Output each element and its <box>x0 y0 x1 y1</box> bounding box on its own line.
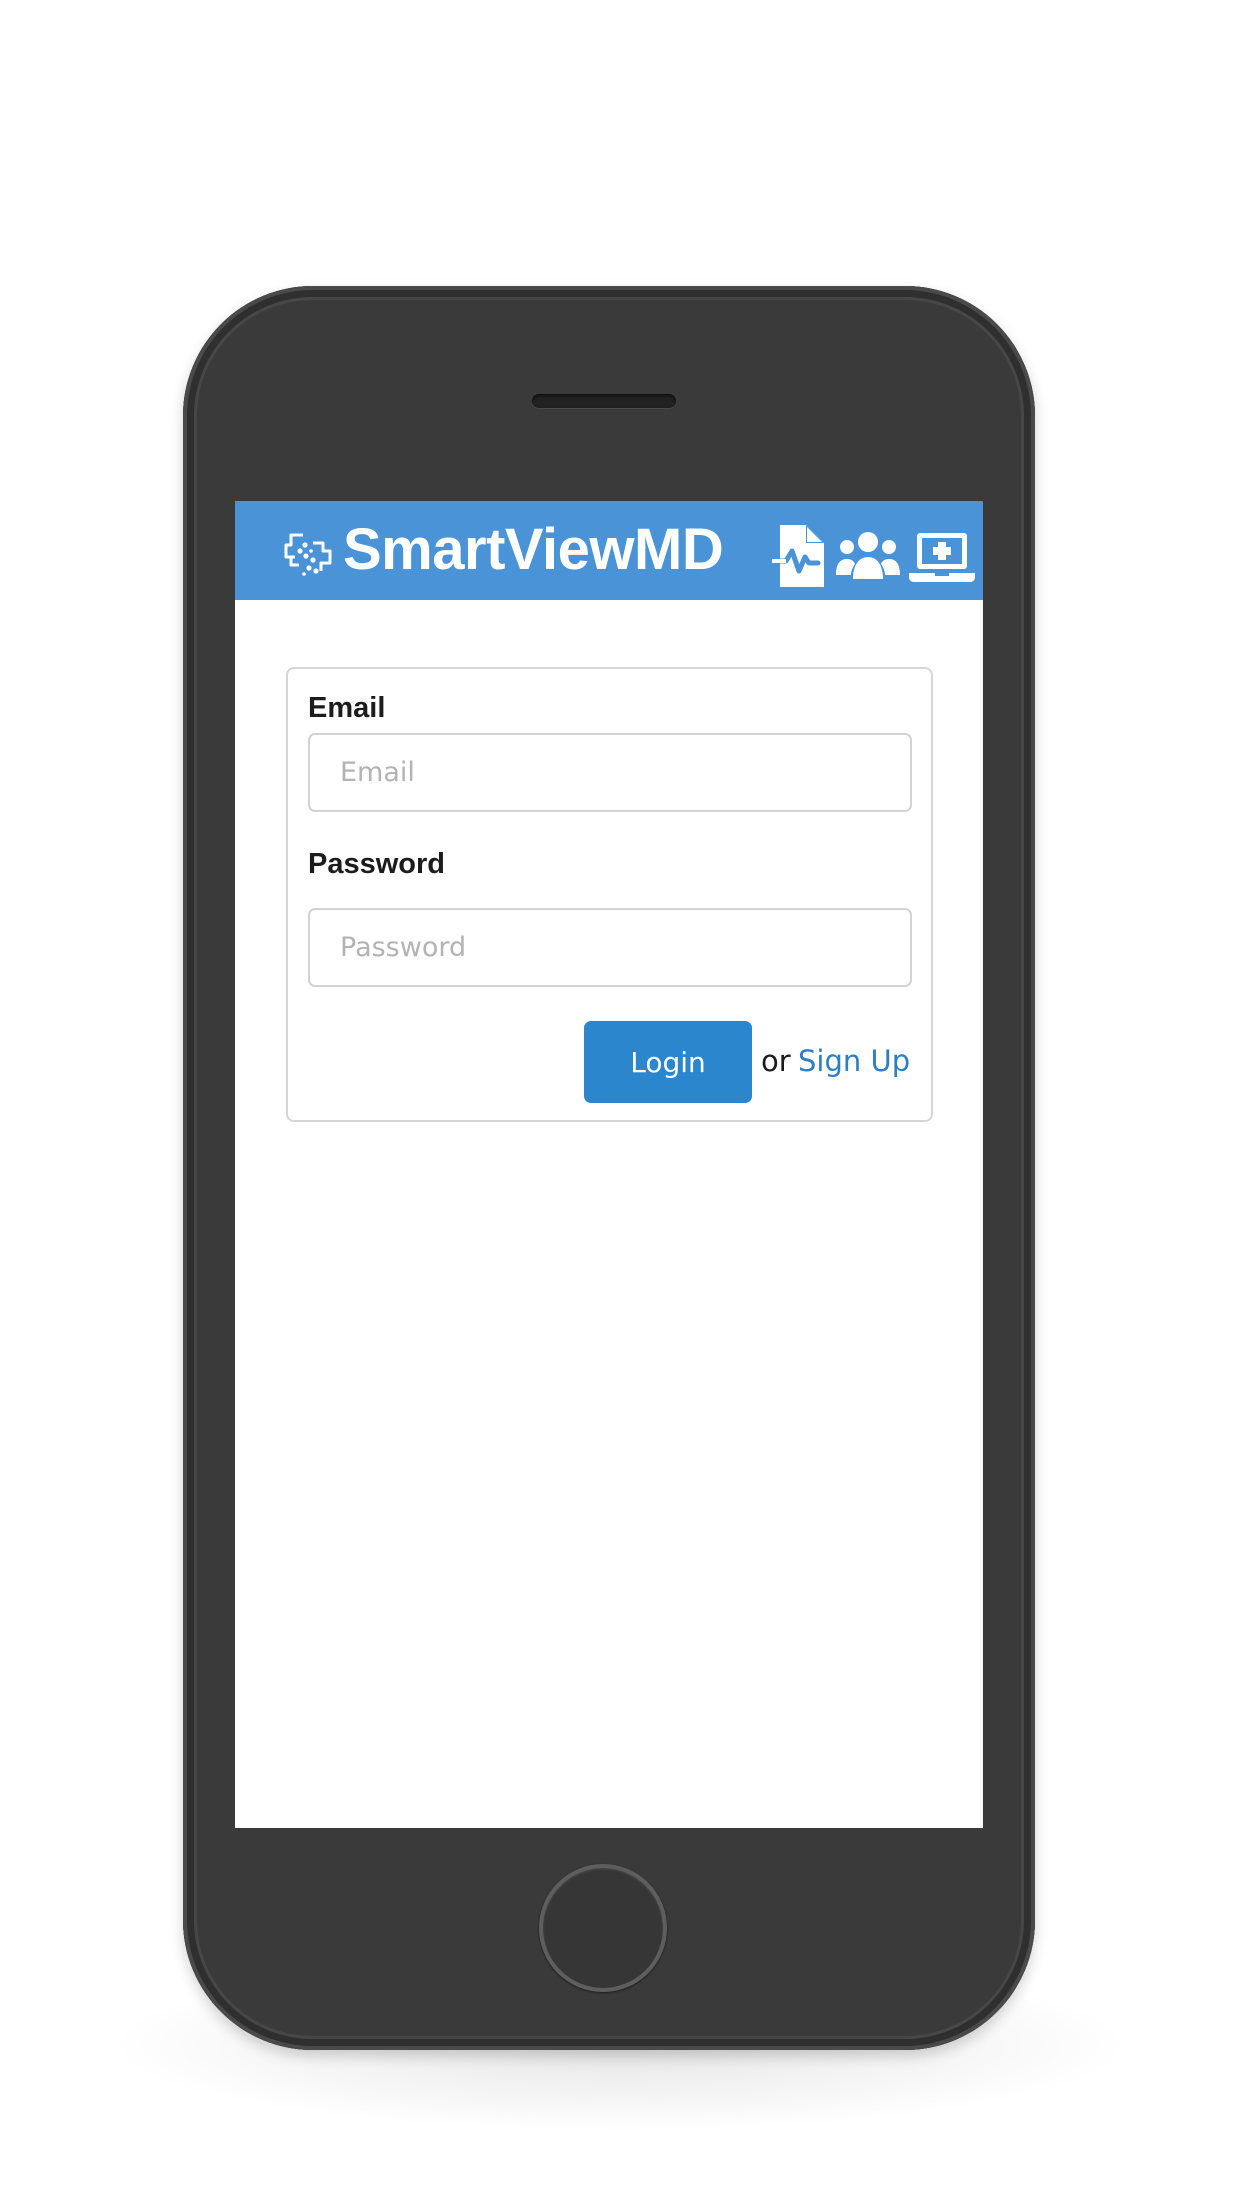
medical-report-icon[interactable] <box>770 525 828 587</box>
phone-frame: SmartViewMD Email Email Password Login o… <box>183 286 1035 2050</box>
home-button[interactable] <box>539 1864 667 1992</box>
password-label: Password <box>308 848 445 880</box>
email-label: Email <box>308 692 386 724</box>
password-input[interactable] <box>308 908 912 987</box>
phone-screen: SmartViewMD Email Email Password Login o… <box>235 501 983 1828</box>
app-header: SmartViewMD <box>235 501 983 600</box>
sign-up-link[interactable]: Sign Up <box>798 1043 910 1079</box>
earpiece-speaker <box>532 394 676 408</box>
mockup-stage: SmartViewMD Email Email Password Login o… <box>0 0 1242 2208</box>
or-separator: or <box>761 1044 791 1078</box>
users-group-icon[interactable] <box>835 531 901 581</box>
login-button[interactable]: Login <box>584 1021 752 1103</box>
logo-icon[interactable] <box>283 531 333 577</box>
telemedicine-laptop-icon[interactable] <box>909 531 975 583</box>
email-input[interactable] <box>308 733 912 812</box>
login-form: Email Password Login or Sign Up <box>286 667 933 1122</box>
brand-title[interactable]: SmartViewMD <box>343 519 724 581</box>
